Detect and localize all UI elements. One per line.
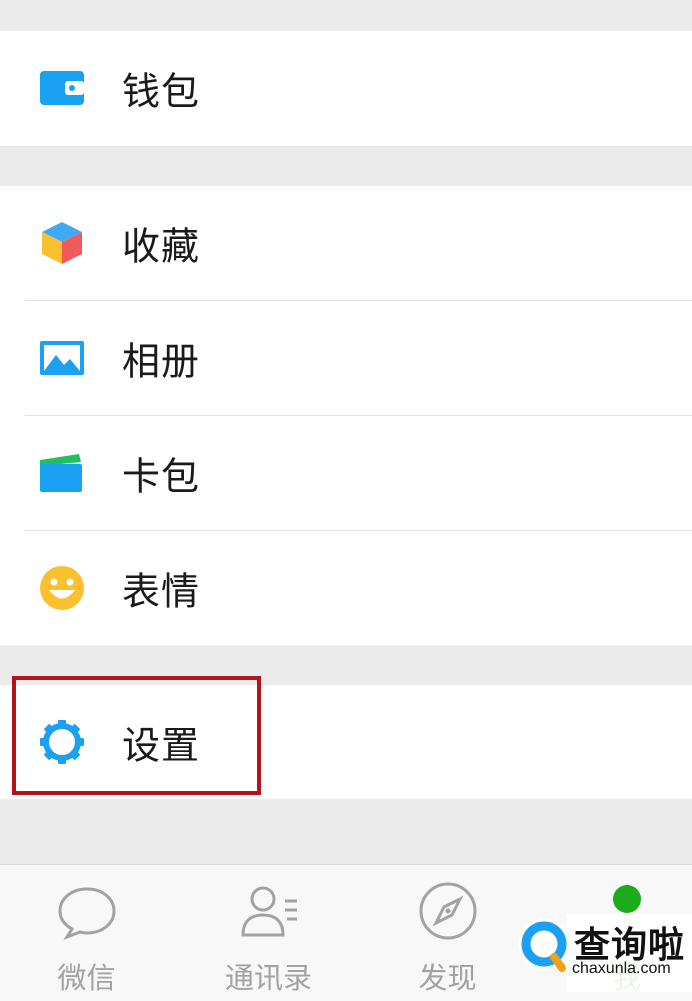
menu-item-label: 收藏 [122, 224, 201, 269]
compass-icon [416, 879, 480, 943]
menu-item-label: 卡包 [122, 454, 201, 499]
features-group: 收藏 相册 卡包 表情 [0, 186, 692, 645]
cube-icon [39, 220, 85, 266]
tab-discover[interactable]: 发现 [361, 865, 534, 1001]
menu-item-wallet[interactable]: 钱包 [0, 31, 692, 145]
tab-contacts[interactable]: 通讯录 [182, 865, 355, 1001]
menu-item-stickers[interactable]: 表情 [25, 531, 692, 645]
menu-item-card-wallet[interactable]: 卡包 [25, 416, 692, 531]
menu-item-label: 钱包 [122, 69, 201, 114]
contacts-icon [237, 879, 301, 943]
picture-icon [39, 335, 85, 381]
chat-bubble-icon [55, 879, 119, 943]
card-icon [39, 450, 85, 496]
menu-item-favorites[interactable]: 收藏 [25, 186, 692, 301]
tab-label: 发现 [418, 961, 477, 995]
tab-chats[interactable]: 微信 [0, 865, 173, 1001]
tab-label: 通讯录 [224, 961, 312, 995]
wallet-group: 钱包 [0, 31, 692, 146]
settings-highlight-box [12, 676, 261, 795]
smiley-icon [39, 565, 85, 611]
menu-item-label: 表情 [122, 569, 201, 614]
watermark-url: chaxunla.com [572, 960, 671, 977]
wallet-icon [39, 65, 85, 111]
watermark-logo: 查询啦 chaxunla.com [514, 912, 692, 994]
menu-item-label: 相册 [122, 339, 201, 384]
menu-item-album[interactable]: 相册 [25, 301, 692, 416]
tab-label: 微信 [57, 961, 116, 995]
